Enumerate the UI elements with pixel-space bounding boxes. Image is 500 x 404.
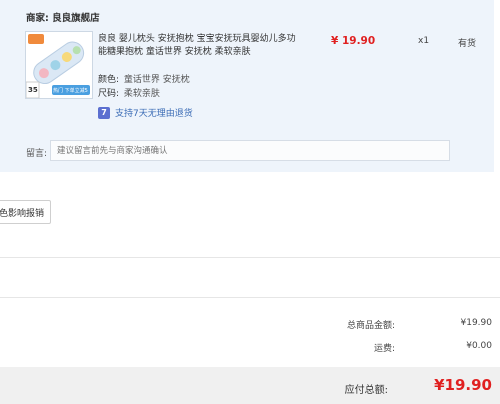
return-policy[interactable]: 7 支持7天无理由退货	[98, 106, 193, 119]
product-price: ¥ 19.90	[331, 35, 376, 47]
payable-label: 应付总额:	[344, 385, 388, 396]
divider	[0, 257, 500, 258]
checkout-footer: 应付总额: ¥19.90	[0, 367, 500, 404]
product-title[interactable]: 良良 婴儿枕头 安抚抱枕 宝宝安抚玩具婴幼儿多功能糖果抱枕 童话世界 安抚枕 柔…	[98, 33, 303, 59]
note-label: 留言:	[26, 149, 48, 159]
product-attribute-size: 尺码: 柔软亲肤	[98, 86, 160, 99]
note-input[interactable]	[50, 140, 450, 161]
shop-label: 商家:	[26, 13, 49, 24]
shipping-label: 运费:	[373, 344, 395, 354]
goods-amount-label: 总商品金额:	[346, 321, 395, 331]
return-policy-icon: 7	[98, 106, 110, 119]
invoice-button[interactable]: 色影响报销	[0, 200, 51, 224]
goods-amount-value: ¥19.90	[460, 318, 493, 328]
thumb-promo-banner: 热门 下单立减5	[53, 88, 88, 94]
shop-name[interactable]: 良良旗舰店	[52, 13, 100, 24]
product-quantity: x1	[418, 36, 430, 46]
divider	[0, 297, 500, 298]
product-thumbnail[interactable]: 35 热门 下单立减5	[25, 31, 93, 99]
shipping-value: ¥0.00	[466, 341, 492, 351]
product-attribute-color: 颜色: 童话世界 安抚枕	[98, 72, 190, 85]
attribute-key: 颜色:	[98, 75, 120, 85]
attribute-value: 柔软亲肤	[123, 89, 160, 99]
attribute-key: 尺码:	[98, 89, 120, 99]
attribute-value: 童话世界 安抚枕	[123, 75, 190, 85]
thumb-size-badge: 35	[28, 86, 38, 94]
product-stock-status: 有货	[458, 39, 477, 49]
return-policy-label: 支持7天无理由退货	[115, 109, 193, 119]
shop-header: 商家: 良良旗舰店	[26, 10, 100, 24]
order-panel: 商家: 良良旗舰店 35 热门 下单立减5 良良 婴儿枕头 安抚抱枕 宝宝安抚玩…	[0, 0, 494, 172]
payable-total: ¥19.90	[434, 376, 492, 394]
